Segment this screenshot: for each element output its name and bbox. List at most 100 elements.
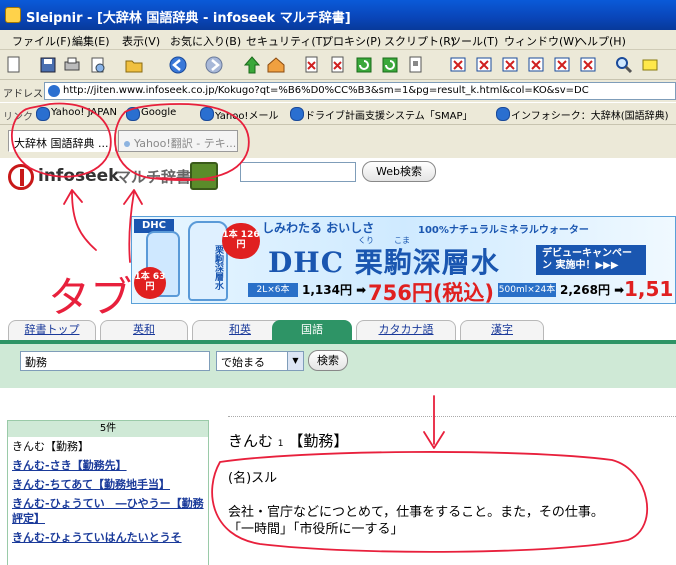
- stop-all-icon[interactable]: [328, 55, 348, 75]
- menu-favorites[interactable]: お気に入り(B): [170, 33, 241, 49]
- match-mode-value: で始まる: [221, 356, 265, 369]
- menu-security[interactable]: セキュリティ(T): [246, 33, 327, 49]
- dhc-ad-banner[interactable]: DHC 栗駒深層水 1本 63円 1本 126円 しみわたる おいしさ 100%…: [131, 216, 676, 305]
- find-icon[interactable]: [614, 55, 634, 75]
- refresh-icon[interactable]: [354, 55, 374, 75]
- address-bar: アドレス http://jiten.www.infoseek.co.jp/Kok…: [0, 80, 676, 102]
- new-page-icon[interactable]: [4, 55, 24, 75]
- page-options-icon[interactable]: [406, 55, 426, 75]
- back-icon[interactable]: [168, 55, 188, 75]
- tab-dictionary-top[interactable]: 辞書トップ: [8, 320, 96, 340]
- ad-offer-500ml-price: 2,268円 ➡: [560, 283, 625, 297]
- page-favicon-icon: [48, 85, 60, 97]
- menu-file[interactable]: ファイル(F): [12, 33, 71, 49]
- tab-kanji[interactable]: 漢字: [460, 320, 544, 340]
- results-list: 5件 きんむ【勤務】 きんむ‐さき【勤務先】 きんむ‐ちてあて【勤務地手当】 き…: [7, 420, 209, 565]
- close-left-icon[interactable]: [500, 55, 520, 75]
- menu-edit[interactable]: 編集(E): [72, 33, 110, 49]
- home-icon[interactable]: [266, 55, 286, 75]
- result-item-kinmuhyoutei[interactable]: きんむ‐ひょうてい ―ひやうー【勤務評定】: [8, 494, 208, 528]
- address-input[interactable]: http://jiten.www.infoseek.co.jp/Kokugo?q…: [44, 82, 676, 100]
- tab-kokugo[interactable]: 国語: [272, 320, 352, 340]
- tab-loading-icon: [124, 141, 130, 147]
- menu-window[interactable]: ウィンドウ(W): [504, 33, 578, 49]
- entry-headword: きんむ: [228, 432, 274, 450]
- window-title: Sleipnir - [大辞林 国語辞典 - infoseek マルチ辞書]: [26, 11, 351, 26]
- ad-price-badge-126: 1本 126円: [222, 223, 260, 259]
- links-label: リンク: [3, 112, 33, 123]
- tab-daijirin-label: 大辞林 国語辞典 ...: [14, 137, 109, 150]
- match-mode-select[interactable]: で始まる ▼: [216, 351, 304, 371]
- link-yahoo-mail[interactable]: Yahoo!メール: [200, 107, 278, 122]
- result-item-kinmuchiteate[interactable]: きんむ‐ちてあて【勤務地手当】: [8, 475, 208, 494]
- infoseek-ring-icon: [8, 164, 34, 190]
- search-panel: 勤務 で始まる ▼ 検索: [0, 340, 676, 388]
- address-label: アドレス: [3, 89, 43, 100]
- tab-yahoo-translate-label: Yahoo!翻訳 - テキ...: [134, 137, 237, 150]
- entry-examples: 「一時間」「市役所に一する」: [228, 522, 404, 537]
- save-icon[interactable]: [38, 55, 58, 75]
- entry-kanji: 【勤務】: [288, 432, 349, 450]
- result-item-kinmusaki[interactable]: きんむ‐さき【勤務先】: [8, 456, 208, 475]
- result-item-kinmuhyouteihantai[interactable]: きんむ‐ひょうていはんたいとうそ: [8, 528, 208, 547]
- toolbar: [0, 50, 676, 80]
- menu-help[interactable]: ヘルプ(H): [576, 33, 626, 49]
- ad-campaign-box: デビューキャンペーン 実施中！▶▶▶: [536, 245, 646, 275]
- tab-eiwa[interactable]: 英和: [100, 320, 188, 340]
- menu-script[interactable]: スクリプト(R): [384, 33, 455, 49]
- web-search-button[interactable]: Web検索: [362, 161, 436, 182]
- tab-yahoo-translate[interactable]: Yahoo!翻訳 - テキ...: [118, 130, 238, 152]
- entry-definition-text: 会社・官庁などにつとめて，仕事をすること。また，その仕事。: [228, 505, 604, 520]
- ad-tagline: しみわたる おいしさ: [262, 221, 375, 235]
- link-smap[interactable]: ドライブ計画支援システム「SMAP」: [290, 107, 473, 122]
- refresh-all-icon[interactable]: [380, 55, 400, 75]
- links-bar: リンク Yahoo! JAPAN Google Yahoo!メール ドライブ計画…: [0, 103, 676, 125]
- result-item-kinmu: きんむ【勤務】: [12, 440, 89, 453]
- ad-price-badge-63: 1本 63円: [134, 267, 166, 299]
- entry-number: 1: [277, 439, 284, 449]
- close-tabs-icon[interactable]: [474, 55, 494, 75]
- forward-icon[interactable]: [204, 55, 224, 75]
- stop-icon[interactable]: [302, 55, 322, 75]
- browser-tab-bar: 大辞林 国語辞典 ... Yahoo!翻訳 - テキ...: [0, 125, 676, 158]
- menu-bar: ファイル(F) 編集(E) 表示(V) お気に入り(B) セキュリティ(T) プ…: [0, 30, 676, 50]
- up-arrow-icon[interactable]: [242, 55, 262, 75]
- close-right-icon[interactable]: [526, 55, 546, 75]
- link-infoseek-daijirin[interactable]: インフォシーク：大辞林(国語辞典): [496, 107, 669, 122]
- results-count: 5件: [8, 421, 208, 437]
- entry-headword-line: きんむ 1 【勤務】: [228, 430, 348, 451]
- link-yahoo-japan[interactable]: Yahoo! JAPAN: [36, 107, 117, 121]
- search-input[interactable]: 勤務: [20, 351, 210, 371]
- logo-subtitle: マルチ辞書: [116, 168, 192, 186]
- link-google[interactable]: Google: [126, 107, 176, 121]
- dictionary-book-icon: [190, 162, 218, 190]
- sleipnir-app-icon: [5, 7, 21, 23]
- highlight-icon[interactable]: [640, 55, 660, 75]
- close-others-icon[interactable]: [552, 55, 572, 75]
- close-all-icon[interactable]: [578, 55, 598, 75]
- web-search-input[interactable]: [240, 162, 356, 182]
- tab-daijirin[interactable]: 大辞林 国語辞典 ...: [8, 130, 116, 152]
- dictionary-nav-tabs: 辞書トップ 英和 和英 国語 カタカナ語 漢字: [0, 318, 676, 340]
- ad-tagline-natural: 100%ナチュラルミネラルウォーター: [418, 225, 589, 236]
- ad-offer-2l-sale: 756円(税込): [368, 281, 495, 305]
- entry-part-of-speech: (名)スル: [228, 471, 278, 486]
- ad-offer-2l: 2L×6本: [248, 283, 298, 297]
- menu-view[interactable]: 表示(V): [122, 33, 160, 49]
- ad-offer-500ml: 500ml×24本: [498, 283, 556, 297]
- chevron-down-icon: ▼: [287, 352, 303, 370]
- address-url: http://jiten.www.infoseek.co.jp/Kokugo?q…: [63, 85, 589, 96]
- open-folder-icon[interactable]: [124, 55, 144, 75]
- page-setup-icon[interactable]: [88, 55, 108, 75]
- title-bar: Sleipnir - [大辞林 国語辞典 - infoseek マルチ辞書]: [0, 0, 676, 30]
- infoseek-logo[interactable]: infoseek マルチ辞書: [8, 162, 238, 192]
- close-tab-icon[interactable]: [448, 55, 468, 75]
- search-button[interactable]: 検索: [308, 350, 348, 371]
- print-icon[interactable]: [62, 55, 82, 75]
- logo-brand: infoseek: [38, 166, 120, 186]
- ad-offer-500ml-sale: 1,51: [624, 277, 674, 301]
- menu-proxy[interactable]: プロキシ(P): [322, 33, 381, 49]
- tab-katakana[interactable]: カタカナ語: [356, 320, 456, 340]
- menu-tools[interactable]: ツール(T): [450, 33, 498, 49]
- ad-offer-2l-price: 1,134円 ➡: [302, 283, 367, 297]
